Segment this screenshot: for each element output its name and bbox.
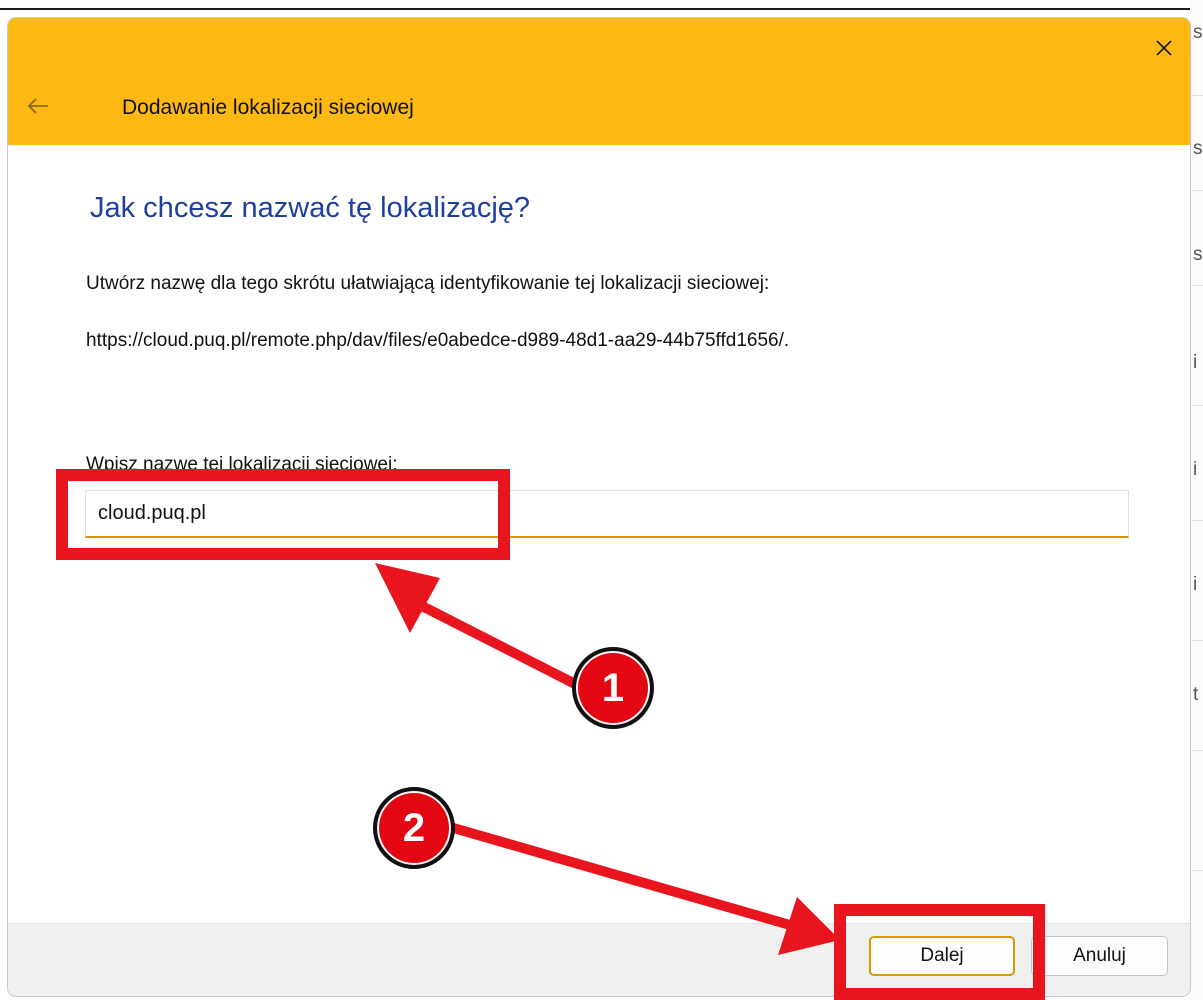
arrow-2 bbox=[445, 822, 795, 930]
arrow-1-head bbox=[375, 563, 440, 633]
step-1-badge: 1 bbox=[572, 647, 654, 729]
highlight-name-field bbox=[56, 469, 510, 560]
arrow-1 bbox=[415, 600, 588, 693]
highlight-next-button bbox=[834, 904, 1045, 1000]
step-2-badge: 2 bbox=[373, 787, 455, 869]
